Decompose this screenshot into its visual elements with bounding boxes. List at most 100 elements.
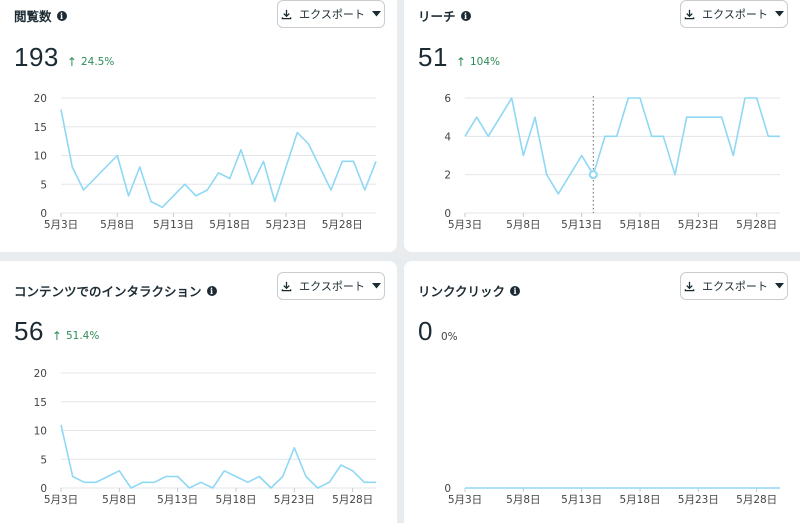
data-point <box>291 445 297 451</box>
arrow-up-icon: ↑ <box>66 55 77 69</box>
data-point <box>614 133 620 139</box>
data-point <box>684 485 690 491</box>
x-tick-label: 5月18日 <box>619 494 660 506</box>
y-tick-label: 6 <box>444 93 451 105</box>
caret-down-icon <box>774 11 784 17</box>
caret-down-icon <box>371 283 381 289</box>
change-percent: 0% <box>440 331 458 343</box>
series-line <box>60 109 377 209</box>
data-point <box>485 485 491 491</box>
x-tick-label: 5月13日 <box>157 494 198 506</box>
data-point <box>765 133 771 139</box>
data-point <box>730 153 736 159</box>
x-tick-label: 5月23日 <box>678 494 719 506</box>
metric-value: 51 <box>418 42 448 72</box>
data-point <box>294 130 300 136</box>
info-icon[interactable]: i <box>510 285 521 296</box>
change-percent: 104% <box>469 56 501 68</box>
change-percent: 51.4% <box>65 330 100 342</box>
data-point <box>140 479 146 485</box>
data-point <box>544 485 550 491</box>
data-point <box>660 485 666 491</box>
data-point <box>614 485 620 491</box>
data-point <box>193 193 199 199</box>
data-point <box>182 181 188 187</box>
y-tick-label: 15 <box>34 397 47 409</box>
data-point <box>362 187 368 193</box>
data-point <box>637 95 643 101</box>
metric-row: 0 0% <box>418 316 458 347</box>
metric-value: 56 <box>14 316 44 346</box>
views-card: 閲覧数 i エクスポート 193 ↑ 24.5% 0 5 10 15 20 5月3日 5月8日… <box>0 0 397 252</box>
data-point <box>777 133 783 139</box>
x-tick-label: 5月8日 <box>102 494 136 506</box>
data-point <box>532 485 538 491</box>
data-point <box>602 133 608 139</box>
data-point <box>116 468 122 474</box>
data-point <box>137 164 143 170</box>
x-tick-label: 5月18日 <box>619 219 660 231</box>
metric-change: 0% <box>441 331 458 343</box>
export-button[interactable]: エクスポート <box>680 272 788 300</box>
data-point <box>695 114 701 120</box>
data-point <box>361 479 367 485</box>
card-title: 閲覧数 <box>14 9 52 24</box>
export-button[interactable]: エクスポート <box>277 0 385 28</box>
data-point <box>151 479 157 485</box>
data-point <box>462 133 468 139</box>
info-icon[interactable]: i <box>206 285 217 296</box>
x-tick-label: 5月18日 <box>215 494 256 506</box>
data-point <box>339 158 345 164</box>
x-tick-label: 5月3日 <box>448 219 482 231</box>
data-point <box>719 114 725 120</box>
data-point <box>306 141 312 147</box>
data-point <box>509 485 515 491</box>
data-point <box>280 474 286 480</box>
data-point <box>171 193 177 199</box>
download-icon <box>684 9 695 19</box>
data-point <box>474 485 480 491</box>
card-title: リンククリック <box>418 284 506 299</box>
data-point <box>175 474 181 480</box>
data-point <box>58 107 64 113</box>
data-point <box>245 479 251 485</box>
info-icon[interactable]: i <box>56 10 67 21</box>
x-tick-label: 5月13日 <box>153 219 194 231</box>
x-tick-label: 5月23日 <box>265 219 306 231</box>
data-point <box>555 191 561 197</box>
data-point <box>227 176 233 182</box>
export-label: エクスポート <box>702 8 768 21</box>
export-label: エクスポート <box>702 280 768 293</box>
y-tick-label: 5 <box>40 454 47 466</box>
data-point <box>315 485 321 491</box>
card-header: 閲覧数 i <box>14 6 67 25</box>
data-point <box>256 474 262 480</box>
x-tick-label: 5月28日 <box>736 494 777 506</box>
caret-down-icon <box>371 11 381 17</box>
data-point <box>350 468 356 474</box>
metric-change: ↑ 51.4% <box>52 329 99 343</box>
link-clicks-chart: 05月3日 5月8日 5月13日 5月18日 5月23日 5月28日 <box>444 483 783 506</box>
y-tick-label: 5 <box>40 179 47 191</box>
data-point <box>249 181 255 187</box>
data-point <box>567 172 573 178</box>
data-point <box>672 172 678 178</box>
data-point <box>649 485 655 491</box>
export-button[interactable]: エクスポート <box>680 0 788 28</box>
y-tick-label: 2 <box>444 170 451 182</box>
data-point <box>126 193 132 199</box>
data-point <box>777 485 783 491</box>
data-point <box>216 170 222 176</box>
export-label: エクスポート <box>299 280 365 293</box>
info-icon[interactable]: i <box>460 10 471 21</box>
download-icon <box>281 281 292 291</box>
y-tick-label: 4 <box>444 131 451 143</box>
data-point <box>707 114 713 120</box>
data-point <box>742 485 748 491</box>
metric-row: 51 ↑ 104% <box>418 42 500 73</box>
data-point <box>567 485 573 491</box>
data-point <box>70 474 76 480</box>
x-tick-label: 5月13日 <box>561 219 602 231</box>
data-point <box>602 485 608 491</box>
export-button[interactable]: エクスポート <box>277 272 385 300</box>
